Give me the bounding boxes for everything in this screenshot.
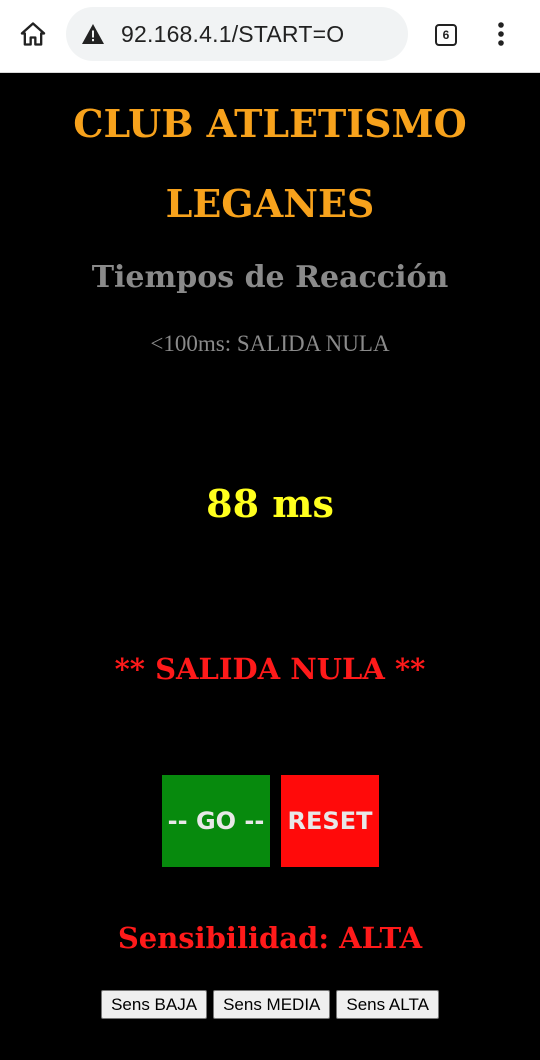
reset-button[interactable]: RESET [281, 775, 379, 867]
page-subtitle: Tiempos de Reacción [91, 260, 449, 295]
null-start-rule: <100ms: SALIDA NULA [150, 331, 390, 356]
tabs-icon: 6 [435, 24, 457, 46]
tab-count: 6 [442, 28, 450, 42]
address-bar[interactable]: 92.168.4.1/START=O [66, 7, 408, 61]
status-message: ** SALIDA NULA ** [114, 652, 426, 686]
more-vert-icon [497, 21, 505, 52]
warning-icon[interactable] [80, 21, 106, 47]
home-icon [19, 20, 47, 53]
club-title-line2: LEGANES [165, 181, 375, 226]
browser-toolbar: 92.168.4.1/START=O 6 [0, 0, 540, 73]
reaction-time: 88 ms [206, 481, 334, 526]
home-button[interactable] [14, 18, 52, 54]
sensitivity-buttons: Sens BAJA Sens MEDIA Sens ALTA [0, 990, 540, 1019]
go-button[interactable]: -- GO -- [162, 775, 270, 867]
browser-menu-button[interactable] [488, 18, 514, 54]
sens-medium-button[interactable]: Sens MEDIA [213, 990, 331, 1019]
sens-high-button[interactable]: Sens ALTA [336, 990, 439, 1019]
sens-low-button[interactable]: Sens BAJA [101, 990, 208, 1019]
page-content: CLUB ATLETISMO LEGANES Tiempos de Reacci… [0, 73, 540, 1060]
tab-switcher-button[interactable]: 6 [432, 21, 460, 49]
url-text[interactable]: 92.168.4.1/START=O [121, 21, 344, 48]
club-title-line1: CLUB ATLETISMO [73, 101, 467, 146]
sensitivity-label: Sensibilidad: ALTA [117, 921, 423, 955]
